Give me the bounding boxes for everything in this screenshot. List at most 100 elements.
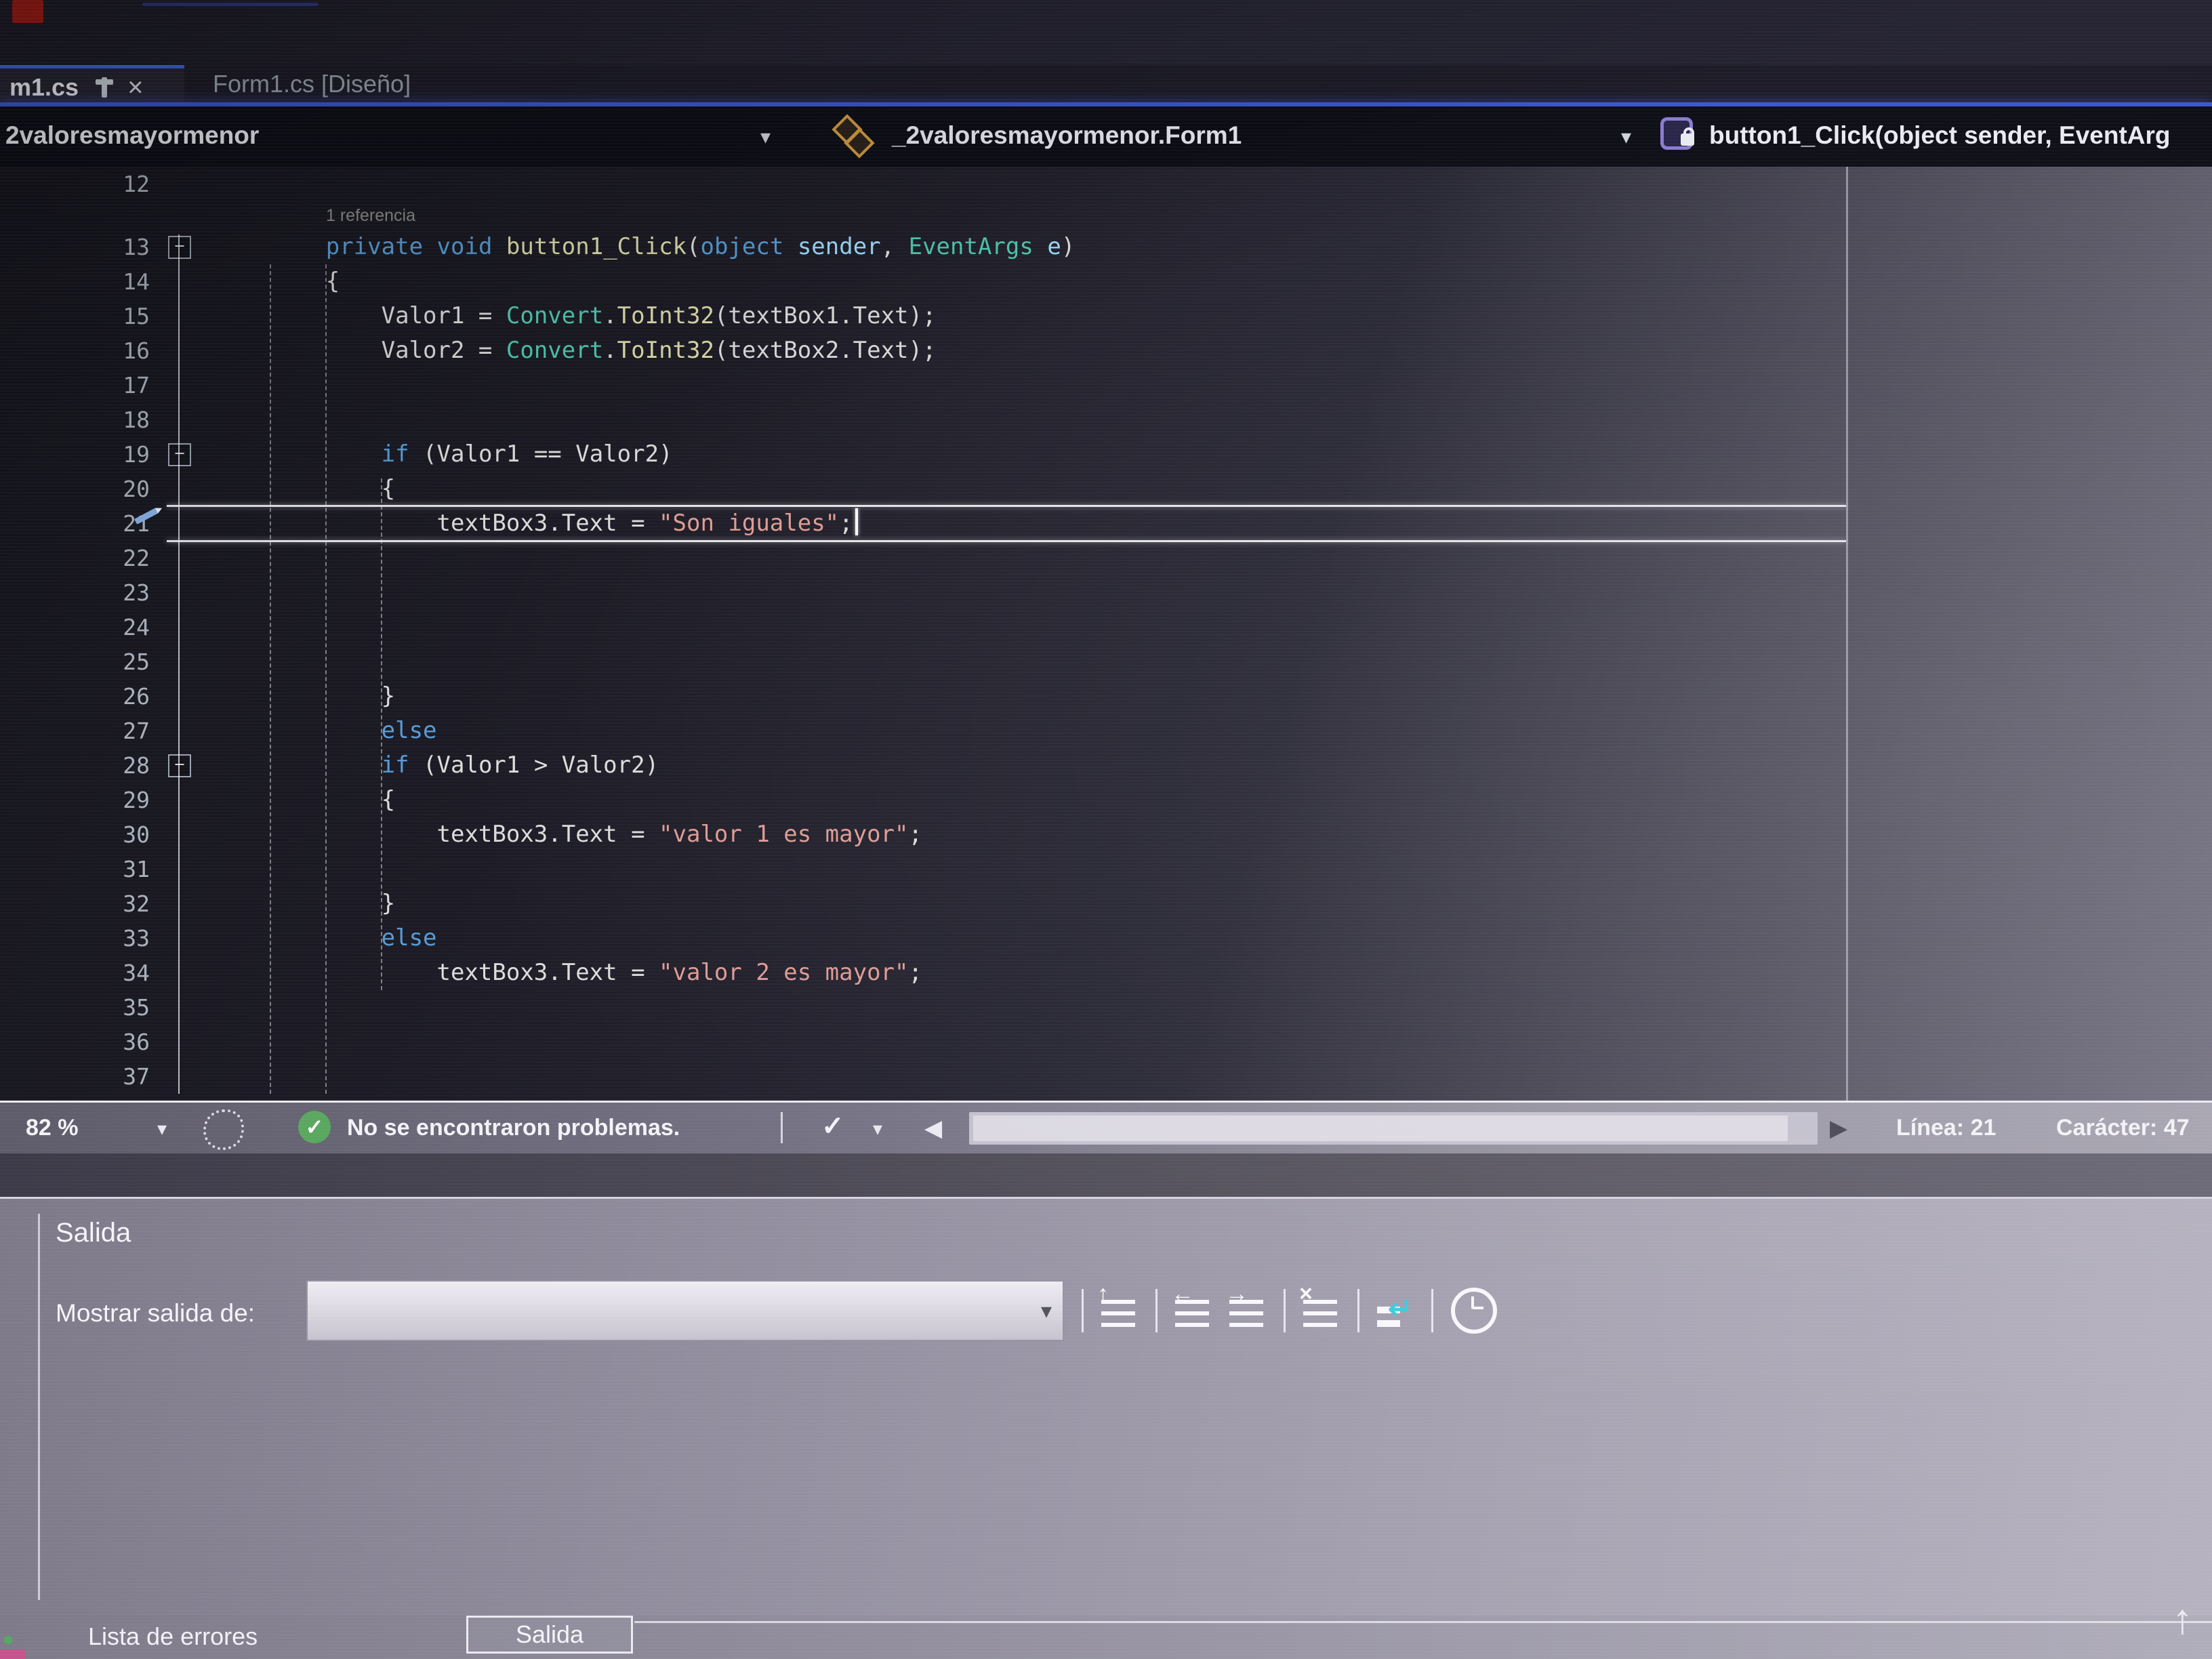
code-line-16[interactable]: 16 Valor2 = Convert.ToInt32(textBox2.Tex… [0, 333, 1846, 368]
code-line-32[interactable]: 32 } [0, 886, 1846, 921]
fold-collapse-icon[interactable]: − [168, 236, 191, 259]
tab-error-list[interactable]: Lista de errores [88, 1622, 258, 1651]
code-line-24[interactable]: 24 [0, 610, 1846, 644]
health-check-icon[interactable]: ✓ [298, 1111, 331, 1143]
line-number[interactable]: 36 [0, 1025, 159, 1059]
fold-margin [159, 852, 204, 886]
line-number[interactable]: 25 [0, 644, 159, 679]
code-line-35[interactable]: 35 [0, 990, 1846, 1025]
fold-margin [159, 644, 204, 679]
code-line-14[interactable]: 14 { [0, 264, 1846, 299]
scrollbar-thumb[interactable] [973, 1115, 1788, 1141]
code-line-19[interactable]: 19− if (Valor1 == Valor2) [0, 437, 1846, 472]
code-line-17[interactable]: 17 [0, 368, 1846, 403]
pin-icon[interactable] [102, 77, 107, 98]
fold-margin: − [159, 748, 204, 783]
scroll-right-icon[interactable]: ▶ [1830, 1115, 1847, 1142]
code-line-28[interactable]: 28− if (Valor1 > Valor2) [0, 748, 1846, 783]
code-line-31[interactable]: 31 [0, 852, 1846, 886]
fold-margin [159, 333, 204, 368]
go-to-previous-message-icon[interactable]: ↑ [1101, 1294, 1138, 1327]
line-number[interactable]: 31 [0, 852, 159, 886]
dropdown-caret-icon[interactable]: ▾ [1041, 1298, 1052, 1324]
close-icon[interactable]: × [127, 74, 143, 101]
line-number[interactable]: 16 [0, 333, 159, 368]
code-line-22[interactable]: 22 [0, 541, 1846, 575]
previous-message-icon[interactable]: ← [1175, 1294, 1212, 1327]
code-line-25[interactable]: 25 [0, 644, 1846, 679]
code-line-30[interactable]: 30 textBox3.Text = "valor 1 es mayor"; [0, 817, 1846, 852]
line-number[interactable]: 24 [0, 610, 159, 644]
fold-margin [159, 368, 204, 403]
code-line-33[interactable]: 33 else [0, 921, 1846, 956]
line-number[interactable]: 19 [0, 437, 159, 472]
tab-form1-designer[interactable]: Form1.cs [Diseño] [197, 65, 411, 102]
zoom-dropdown-caret-icon[interactable]: ▾ [157, 1118, 167, 1140]
vertical-scrollbar-edge[interactable] [1846, 167, 1848, 1101]
line-number[interactable]: 27 [0, 714, 159, 748]
code-text: textBox3.Text = "valor 2 es mayor"; [204, 956, 922, 990]
code-line-36[interactable]: 36 [0, 1025, 1846, 1059]
line-number[interactable]: 33 [0, 921, 159, 956]
tab-output[interactable]: Salida [466, 1616, 633, 1654]
photo-pink-artifact [0, 1650, 26, 1659]
code-cleanup-caret-icon[interactable]: ▾ [873, 1118, 882, 1140]
zoom-level-control[interactable]: 82 % [26, 1115, 79, 1141]
line-number[interactable]: 13 [0, 230, 159, 264]
photo-green-artifact [4, 1636, 12, 1644]
line-number[interactable]: 15 [0, 299, 159, 333]
code-editor[interactable]: 12 1 referencia13− private void button1_C… [0, 167, 2212, 1101]
line-number[interactable]: 18 [0, 403, 159, 437]
line-number[interactable]: 12 [0, 167, 159, 201]
toggle-word-wrap-icon[interactable]: ↵ [1377, 1294, 1414, 1327]
class-dropdown-caret-icon[interactable]: ▾ [1621, 125, 1631, 149]
code-line-12[interactable]: 12 [0, 167, 1846, 201]
line-number[interactable]: 34 [0, 956, 159, 990]
editor-status-icon[interactable] [203, 1109, 244, 1150]
code-line-20[interactable]: 20 { [0, 472, 1846, 506]
code-line-23[interactable]: 23 [0, 575, 1846, 610]
code-line-13[interactable]: 13− private void button1_Click(object se… [0, 230, 1846, 264]
next-message-icon[interactable]: → [1229, 1294, 1266, 1327]
code-line-29[interactable]: 29 { [0, 783, 1846, 817]
code-line-26[interactable]: 26 } [0, 679, 1846, 714]
line-number[interactable]: 20 [0, 472, 159, 506]
line-number[interactable]: 14 [0, 264, 159, 299]
line-number[interactable]: 17 [0, 368, 159, 403]
class-dropdown[interactable]: _2valoresmayormenor.Form1 [892, 121, 1242, 150]
project-dropdown-caret-icon[interactable]: ▾ [760, 125, 771, 149]
fold-collapse-icon[interactable]: − [168, 443, 191, 466]
clock-icon[interactable] [1451, 1288, 1497, 1334]
output-source-dropdown[interactable]: ▾ [306, 1280, 1064, 1341]
line-number[interactable]: 32 [0, 886, 159, 921]
line-number[interactable]: 37 [0, 1059, 159, 1094]
line-number[interactable]: 26 [0, 679, 159, 714]
horizontal-scrollbar[interactable] [969, 1112, 1818, 1145]
fold-margin [159, 472, 204, 506]
fold-margin [159, 167, 204, 201]
code-line-15[interactable]: 15 Valor1 = Convert.ToInt32(textBox1.Tex… [0, 299, 1846, 333]
code-line-27[interactable]: 27 else [0, 714, 1846, 748]
code-line-37[interactable]: 37 [0, 1059, 1846, 1094]
line-number[interactable]: 30 [0, 817, 159, 852]
line-number[interactable]: 35 [0, 990, 159, 1025]
fold-collapse-icon[interactable]: − [168, 754, 191, 777]
clear-all-icon[interactable]: × [1303, 1294, 1340, 1327]
line-number[interactable]: 22 [0, 541, 159, 575]
tab-form1-cs[interactable]: m1.cs × [0, 65, 184, 106]
line-number[interactable]: 29 [0, 783, 159, 817]
line-number[interactable]: 23 [0, 575, 159, 610]
up-arrow-icon[interactable]: ↑ [2172, 1595, 2193, 1643]
code-line-18[interactable]: 18 [0, 403, 1846, 437]
line-number[interactable]: 28 [0, 748, 159, 783]
toolbar-separator [1155, 1289, 1158, 1332]
codelens-reference-label[interactable]: 1 referencia [326, 201, 415, 230]
method-dropdown[interactable]: button1_Click(object sender, EventArg [1709, 121, 2171, 150]
scroll-left-icon[interactable]: ◀ [924, 1115, 942, 1142]
project-dropdown[interactable]: 2valoresmayormenor [5, 121, 259, 150]
line-number[interactable]: 21 [0, 506, 159, 541]
code-line-34[interactable]: 34 textBox3.Text = "valor 2 es mayor"; [0, 956, 1846, 990]
fold-margin [159, 886, 204, 921]
code-line-21[interactable]: 21 textBox3.Text = "Son iguales"; [0, 506, 1846, 541]
code-cleanup-icon[interactable]: ✓ [821, 1111, 844, 1142]
